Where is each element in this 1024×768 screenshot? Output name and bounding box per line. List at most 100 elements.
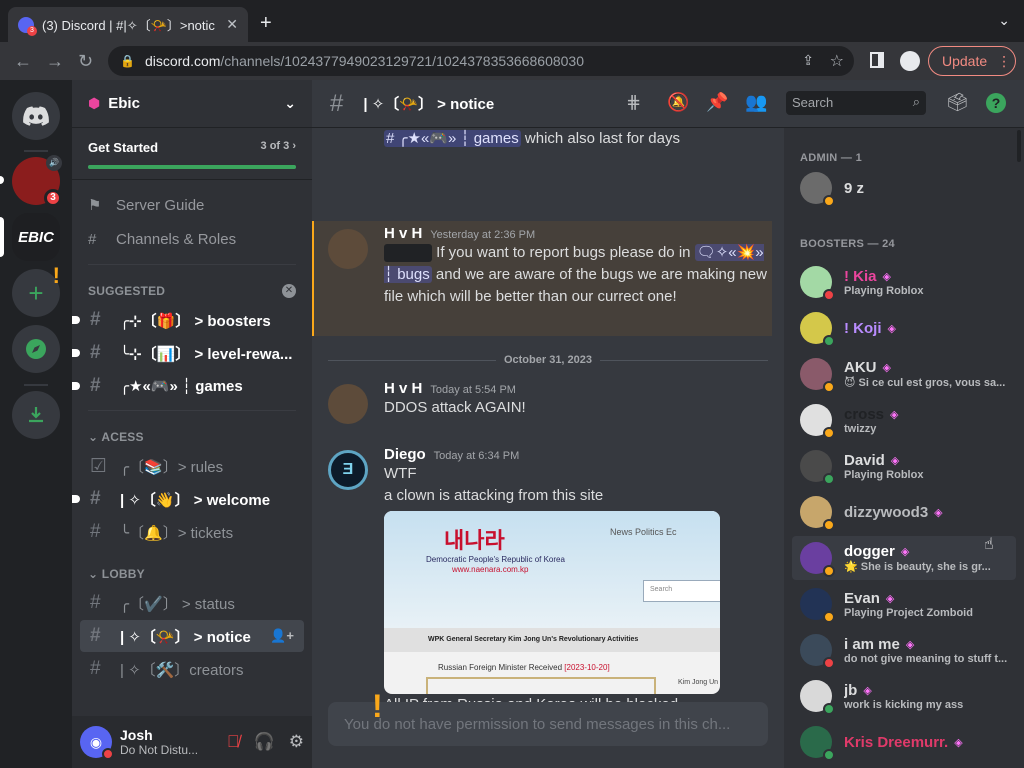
share-icon[interactable]: ⇪ [802,52,814,69]
threads-icon[interactable]: ⋕ [626,92,641,113]
member-scrollbar[interactable] [1017,130,1021,162]
update-button[interactable]: Update ⋮ [928,46,1016,76]
profile-icon[interactable] [900,51,920,71]
server-guide-link[interactable]: ⚑ Server Guide [72,188,312,222]
create-invite-icon[interactable]: 👤+ [270,628,294,644]
bookmark-star-icon[interactable]: ☆ [830,51,844,71]
channel-tickets[interactable]: # ╰〔🔔〕> tickets [80,516,304,548]
channels-roles-link[interactable]: # Channels & Roles [72,222,312,256]
notification-muted-icon[interactable]: 🔕 [667,92,689,113]
dnd-status-icon [102,748,114,760]
browser-tab[interactable]: 3 (3) Discord | #|✧〔📯〕>notic ✕ [8,7,248,42]
reload-icon[interactable]: ↻ [78,51,93,72]
booster-gem-icon: ◈ [934,506,943,519]
browser-menu-icon[interactable]: ⋮ [997,53,1011,70]
download-apps-button[interactable] [12,391,60,439]
explore-servers-button[interactable] [12,325,60,373]
member-item[interactable]: ! Koji ◈ [792,306,1016,350]
message-text: WTF [384,465,417,482]
member-item[interactable]: Evan ◈ Playing Project Zomboid [792,582,1016,626]
user-settings-gear-icon[interactable]: ⚙ [289,732,304,752]
new-tab-icon[interactable]: + [260,12,272,35]
user-avatar[interactable]: ◉ [80,726,114,760]
user-panel: ◉ Josh Do Not Distu... 🎙̸ 🎧 ⚙ [72,716,312,768]
mute-mic-icon[interactable]: 🎙̸ [227,732,240,752]
dismiss-icon[interactable]: ✕ [282,284,296,298]
booster-gem-icon: ◈ [890,454,900,467]
get-started-progress: 3 of 3 › [260,140,296,152]
date-divider: October 31, 2023 [328,350,768,370]
message-author[interactable]: H v H [384,225,422,242]
help-icon[interactable]: ? [986,93,1006,113]
forward-arrow-icon[interactable]: → [46,51,64,72]
role-mention-spoiler[interactable] [384,244,432,263]
hash-icon: # [90,342,101,363]
category-label: ⌄ ACESS [88,430,144,444]
member-name: cross [844,405,885,423]
channel-mention[interactable]: # ╭★«🎮» ┆ games [384,130,521,147]
member-item[interactable]: AKU ◈ 😈 Si ce cul est gros, vous sa... [792,352,1016,396]
avatar [800,358,835,393]
add-server-button[interactable]: + ! [12,263,60,317]
get-started-label: Get Started [88,140,159,155]
member-item[interactable]: 9 z [792,166,1016,210]
category-acess[interactable]: ⌄ ACESS [72,425,312,449]
channel-level-rewards[interactable]: # ╰⊹〔📊〕 > level-rewa... [72,337,304,369]
channel-games[interactable]: # ╭★«🎮» ┆ games [72,370,304,402]
message-author[interactable]: H v H [384,380,422,397]
member-item[interactable]: dogger ◈ 🌟 She is beauty, she is gr... [792,536,1016,580]
rail-separator [24,384,48,386]
lock-icon: 🔒 [120,54,135,68]
category-lobby[interactable]: ⌄ LOBBY [72,562,312,586]
booster-gem-icon: ◈ [885,592,895,605]
member-item[interactable]: Kris Dreemurr. ◈ [792,720,1016,764]
tab-search-chevron-icon[interactable]: ⌄ [998,12,1010,29]
avatar [800,496,835,531]
avatar [800,542,835,577]
channel-rules[interactable]: ☑ ╭〔📚〕> rules [80,450,304,482]
tab-badge: 3 [27,25,37,36]
address-bar[interactable]: 🔒 discord.com/channels/10243779490231297… [108,46,854,76]
member-item[interactable]: dizzywood3 ◈ [792,490,1016,534]
avatar [800,404,835,439]
idle-status-icon [823,565,835,577]
site-search: Search [643,580,720,602]
member-list-icon[interactable]: 👥 [745,92,767,113]
member-item[interactable]: i am me ◈ do not give meaning to stuff t..… [792,628,1016,672]
member-item[interactable]: ! Kia ◈ Playing Roblox [792,260,1016,304]
close-tab-icon[interactable]: ✕ [226,16,238,33]
attached-screenshot-image[interactable]: 내나라 Democratic People's Republic of Kore… [384,511,720,694]
exclamation-icon: ! [372,688,383,724]
member-item[interactable]: cross ◈ twizzy [792,398,1016,442]
message-composer: ! You do not have permission to send mes… [328,688,768,746]
channel-boosters[interactable]: # ╭⊹〔🎁〕 > boosters [72,304,304,336]
server-icon-red[interactable]: 🔊 3 [12,155,62,207]
get-started-progress-bar [88,165,296,169]
category-suggested[interactable]: SUGGESTED ✕ [72,279,312,303]
channel-welcome[interactable]: # | ✧〔👋〕 > welcome [72,483,304,515]
member-item[interactable]: jb ◈ work is kicking my ass [792,674,1016,718]
get-started-panel[interactable]: Get Started 3 of 3 › [72,128,312,180]
channel-status[interactable]: # ╭〔✔️〕 > status [80,587,304,619]
avatar[interactable] [328,229,368,269]
headphones-icon[interactable]: 🎧 [254,732,275,752]
pinned-messages-icon[interactable]: 📌 [706,92,728,113]
server-icon-ebic[interactable]: EBIC [12,213,60,261]
booster-gem-icon: ◈ [900,546,910,558]
channel-creators[interactable]: # | ✧〔🛠️〕creators [80,653,304,685]
back-arrow-icon[interactable]: ← [14,51,32,72]
avatar [800,450,835,485]
side-panel-icon[interactable] [870,52,884,68]
discord-home-button[interactable] [12,92,60,140]
channel-notice[interactable]: # | ✧〔📯〕 > notice 👤+ [80,620,304,652]
search-input[interactable]: Search ⌕ [786,91,926,115]
inbox-icon[interactable]: 🗳 [946,92,969,113]
avatar[interactable]: Ǝ [328,450,368,490]
online-status-icon [823,749,835,761]
channel-label: ╭〔✔️〕 > status [120,595,235,613]
member-activity: work is kicking my ass [844,698,964,711]
guild-header[interactable]: ⬢ Ebic ⌄ [72,80,312,128]
avatar[interactable] [328,384,368,424]
message-author[interactable]: Diego [384,446,426,463]
member-item[interactable]: David ◈ Playing Roblox [792,444,1016,488]
